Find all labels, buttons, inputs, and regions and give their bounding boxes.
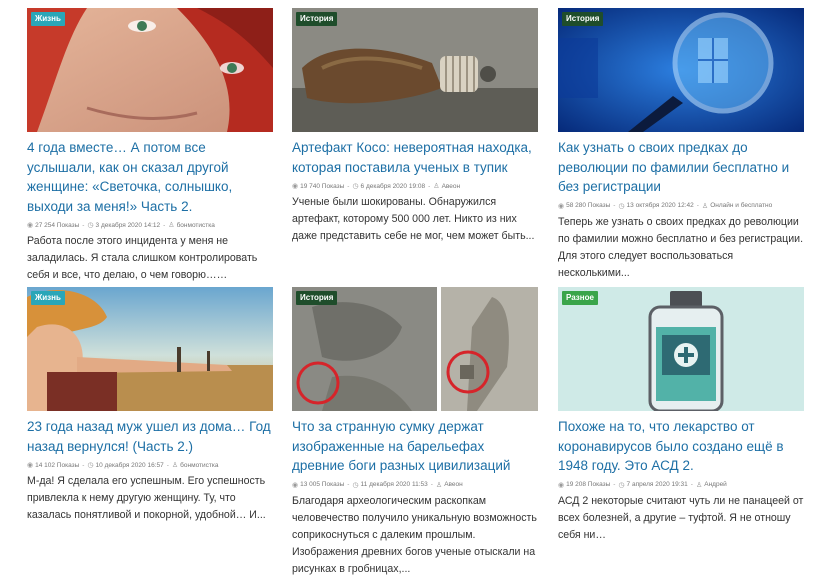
category-badge[interactable]: Разное [562,291,598,305]
stone-relief-image [292,287,538,411]
category-badge[interactable]: История [562,12,604,26]
views-count: 19 208 Показы [566,481,611,488]
red-hair-woman-image [27,8,273,132]
eye-icon: ◉ [558,481,565,489]
publish-date: 11 декабря 2020 11:53 [360,481,428,488]
article-card: Жизнь 4 года вместе… А потом все услышал… [27,8,273,284]
article-thumbnail[interactable]: Разное [558,287,804,411]
article-card: История Что за странную сумку держат изо… [292,287,538,578]
article-title-link[interactable]: 4 года вместе… А потом все услышали, как… [27,138,273,216]
author-name[interactable]: Авеон [442,183,461,190]
magnifying-glass-image [558,8,804,132]
article-meta: ◉ 27 254 Показы - ◷ 3 декабря 2020 14:12… [27,221,215,230]
user-icon: ♙ [168,222,175,229]
category-badge[interactable]: Жизнь [31,12,65,26]
article-excerpt: Ученые были шокированы. Обнаружился арте… [292,196,535,242]
views-count: 19 740 Показы [300,182,345,190]
article-card: Жизнь 23 года назад муж ушел из дома… Го… [27,287,273,524]
user-icon: ♙ [171,462,179,469]
author-name[interactable]: Андрей [704,481,727,488]
article-thumbnail[interactable]: Жизнь [27,8,273,132]
article-excerpt: М-да! Я сделала его успешным. Его успешн… [27,475,266,521]
user-icon: ♙ [695,481,703,489]
category-badge[interactable]: Жизнь [31,291,65,305]
clock-icon: ◷ [352,183,359,190]
author-name[interactable]: Онлайн и бесплатно [710,202,772,209]
eye-icon: ◉ [558,202,565,210]
article-meta: ◉ 14 102 Показы - ◷ 10 декабря 2020 16:5… [27,461,219,470]
category-badge[interactable]: История [296,291,338,305]
author-name[interactable]: бонмотистка [177,222,215,229]
article-grid: Жизнь 4 года вместе… А потом все услышал… [0,0,824,575]
user-icon: ♙ [701,202,709,210]
author-name[interactable]: Авеон [444,481,463,488]
article-title-link[interactable]: Что за странную сумку держат изображенны… [292,417,538,476]
eye-icon: ◉ [27,462,34,469]
article-excerpt: Работа после этого инцидента у меня не з… [27,235,258,281]
publish-date: 3 декабря 2020 14:12 [95,221,161,229]
views-count: 27 254 Показы [35,221,80,229]
views-count: 58 280 Показы [566,202,611,209]
article-thumbnail[interactable]: Жизнь [27,287,273,411]
article-excerpt: Теперь же узнать о своих предках до рево… [558,215,804,279]
clock-icon: ◷ [87,222,94,229]
eye-icon: ◉ [292,183,299,190]
article-title-link[interactable]: Как узнать о своих предках до революции … [558,138,804,197]
koso-artifact-image [292,8,538,132]
clock-icon: ◷ [87,462,94,469]
article-thumbnail[interactable]: История [558,8,804,132]
article-title-link[interactable]: 23 года назад муж ушел из дома… Год наза… [27,417,273,456]
article-card: История Артефакт Косо: невероятная наход… [292,8,538,245]
article-thumbnail[interactable]: История [292,8,538,132]
article-meta: ◉ 58 280 Показы - ◷ 13 октября 2020 12:4… [558,202,773,210]
article-meta: ◉ 13 005 Показы - ◷ 11 декабря 2020 11:5… [292,481,463,489]
article-excerpt: Благодаря археологическим раскопкам чело… [292,494,537,575]
article-thumbnail[interactable]: История [292,287,538,411]
category-badge[interactable]: История [296,12,338,26]
eye-icon: ◉ [292,481,299,489]
article-meta: ◉ 19 740 Показы - ◷ 6 декабря 2020 19:08… [292,182,461,191]
user-icon: ♙ [435,481,443,489]
user-icon: ♙ [433,183,440,190]
publish-date: 10 декабря 2020 16:57 [95,461,164,469]
clock-icon: ◷ [618,202,625,210]
publish-date: 7 апреля 2020 19:31 [626,481,688,488]
article-excerpt: АСД 2 некоторые считают чуть ли не панац… [558,494,804,541]
medicine-bottle-image [558,287,804,411]
eye-icon: ◉ [27,222,34,229]
publish-date: 6 декабря 2020 19:08 [360,182,426,190]
article-card: Разное Похоже на то, что лекарство от ко… [558,287,804,544]
publish-date: 13 октября 2020 12:42 [626,202,694,209]
clock-icon: ◷ [352,481,359,489]
article-meta: ◉ 19 208 Показы - ◷ 7 апреля 2020 19:31 … [558,481,727,489]
views-count: 13 005 Показы [300,481,345,488]
surreal-painting-image [27,287,273,411]
article-title-link[interactable]: Похоже на то, что лекарство от коронавир… [558,417,804,476]
author-name[interactable]: бонмотистка [180,462,218,469]
views-count: 14 102 Показы [35,461,80,469]
article-title-link[interactable]: Артефакт Косо: невероятная находка, кото… [292,138,538,177]
clock-icon: ◷ [618,481,625,489]
article-card: История Как узнать о своих предках до ре… [558,8,804,282]
